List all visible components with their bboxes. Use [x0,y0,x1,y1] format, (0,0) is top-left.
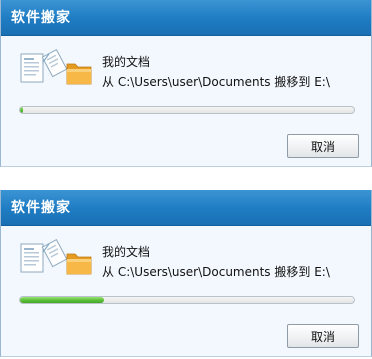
move-icons [19,48,95,88]
folder-icon [66,253,92,275]
document-icon [20,48,68,83]
progress-bar [19,296,355,304]
item-name-label: 我的文档 [102,245,151,259]
folder-icon [66,63,92,85]
cancel-button[interactable]: 取消 [287,134,359,158]
dialog-body: 我的文档 从 C:\Users\user\Documents 搬移到 E:\ 取… [1,36,371,166]
move-dialog-1: 软件搬家 我的文档 从 C:\Users\user\Documents 搬移到 … [0,0,372,167]
document-icon [20,238,68,273]
dialog-title: 软件搬家 [1,0,371,36]
move-path-label: 从 C:\Users\user\Documents 搬移到 E:\ [102,265,330,279]
cancel-button[interactable]: 取消 [287,324,359,348]
dialog-title: 软件搬家 [1,190,371,226]
dialog-body: 我的文档 从 C:\Users\user\Documents 搬移到 E:\ 取… [1,226,371,356]
progress-fill [20,107,24,113]
move-path-label: 从 C:\Users\user\Documents 搬移到 E:\ [102,75,330,89]
progress-fill [20,297,104,303]
progress-bar [19,106,355,114]
move-dialog-2: 软件搬家 我的文档 从 C:\Users\user\Documents 搬移到 … [0,190,372,357]
item-name-label: 我的文档 [102,55,151,69]
move-icons [19,238,95,278]
